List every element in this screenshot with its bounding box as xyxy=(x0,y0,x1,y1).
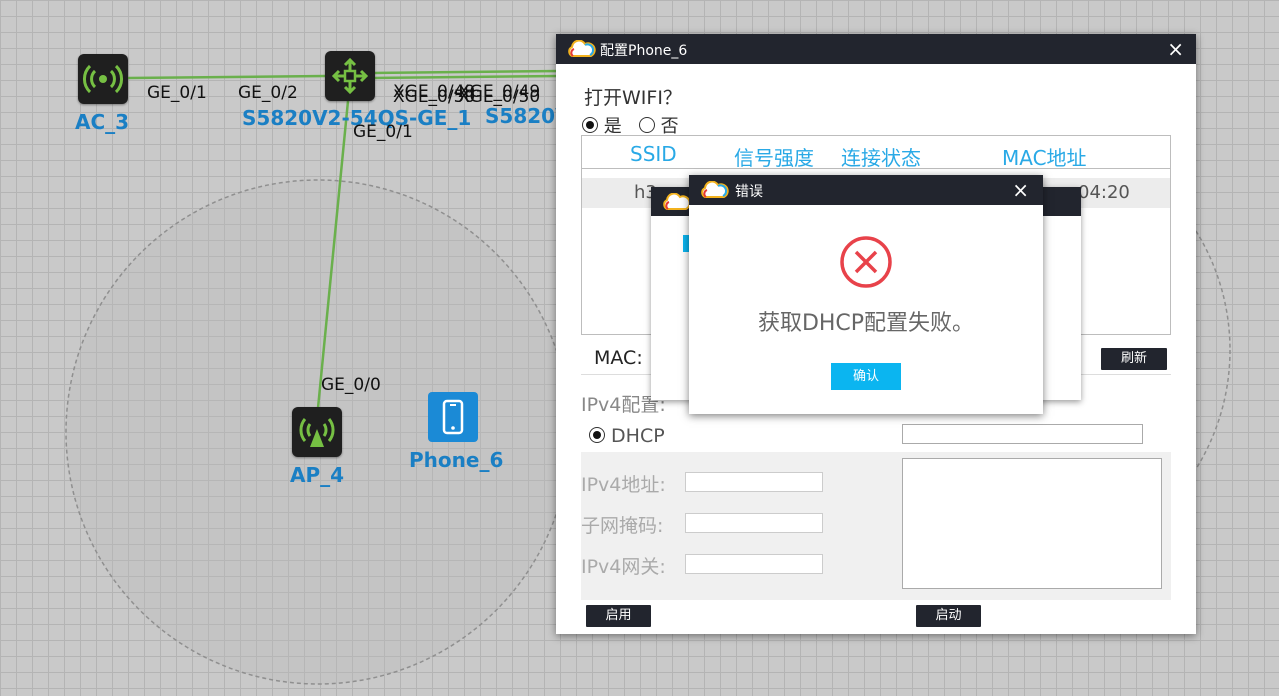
error-message: 获取DHCP配置失败。 xyxy=(757,311,975,336)
ap-device-icon[interactable] xyxy=(292,407,342,457)
start-button[interactable]: 启动 xyxy=(916,605,981,627)
port-label-xge-d: XGE_0/50 xyxy=(458,87,541,107)
ipv4-gateway-input[interactable] xyxy=(685,554,823,574)
error-dialog-title: 错误 xyxy=(735,184,763,200)
output-textarea[interactable] xyxy=(902,458,1162,589)
dhcp-label: DHCP xyxy=(611,425,665,447)
close-icon[interactable]: × xyxy=(1012,178,1029,202)
port-label-switch-ap: GE_0/1 xyxy=(353,122,413,142)
ipv4-gateway-label: IPv4网关: xyxy=(581,556,666,578)
wifi-no-radio[interactable] xyxy=(638,117,655,133)
subnet-mask-label: 子网掩码: xyxy=(581,515,664,537)
table-header-mac: MAC地址 xyxy=(1002,146,1087,170)
port-label-ap: GE_0/0 xyxy=(321,375,381,395)
cloud-logo-icon xyxy=(701,181,729,198)
dhcp-option: DHCP xyxy=(589,425,665,447)
device-label-phone: Phone_6 xyxy=(409,448,504,472)
wifi-no-label: 否 xyxy=(660,116,679,137)
link-switch-xge-a xyxy=(373,69,561,75)
row-mac-cell: 04:20 xyxy=(1078,182,1130,203)
device-label-ac: AC_3 xyxy=(75,110,130,134)
mac-label: MAC: xyxy=(594,347,643,369)
port-label-ac: GE_0/1 xyxy=(147,83,207,103)
ipv4-address-label: IPv4地址: xyxy=(581,474,666,496)
error-dialog-titlebar[interactable]: 错误 × xyxy=(689,175,1043,205)
config-dialog-title: 配置Phone_6 xyxy=(600,43,688,59)
error-x-icon xyxy=(840,236,892,288)
ac-device-icon[interactable] xyxy=(78,54,128,104)
confirm-button[interactable]: 确认 xyxy=(831,363,901,390)
device-label-ap: AP_4 xyxy=(290,463,345,487)
phone-device-icon[interactable] xyxy=(428,392,478,442)
switch-device-icon[interactable] xyxy=(325,51,375,101)
link-switch-xge-b xyxy=(373,74,561,80)
close-icon[interactable]: × xyxy=(1167,37,1184,61)
wifi-table-header: SSID 信号强度 连接状态 MAC地址 xyxy=(582,136,1170,170)
table-header-status: 连接状态 xyxy=(841,146,921,170)
top-right-input[interactable] xyxy=(902,424,1143,444)
subnet-mask-input[interactable] xyxy=(685,513,823,533)
cloud-logo-icon xyxy=(568,40,596,57)
refresh-button[interactable]: 刷新 xyxy=(1101,348,1167,370)
config-dialog-titlebar[interactable]: 配置Phone_6 × xyxy=(556,34,1196,64)
link-ac-switch xyxy=(127,74,327,80)
wifi-yes-label: 是 xyxy=(603,116,622,137)
cloud-logo-icon xyxy=(663,193,691,210)
table-header-ssid: SSID xyxy=(630,142,677,166)
wifi-question-label: 打开WIFI？ xyxy=(584,87,682,109)
table-header-signal: 信号强度 xyxy=(734,146,814,170)
dhcp-radio[interactable] xyxy=(589,427,605,443)
error-dialog: 错误 × 获取DHCP配置失败。 确认 xyxy=(689,175,1043,414)
ipv4-address-input[interactable] xyxy=(685,472,823,492)
enable-button[interactable]: 启用 xyxy=(586,605,651,627)
wifi-yes-radio[interactable] xyxy=(582,117,598,133)
port-label-switch-ac: GE_0/2 xyxy=(238,83,298,103)
